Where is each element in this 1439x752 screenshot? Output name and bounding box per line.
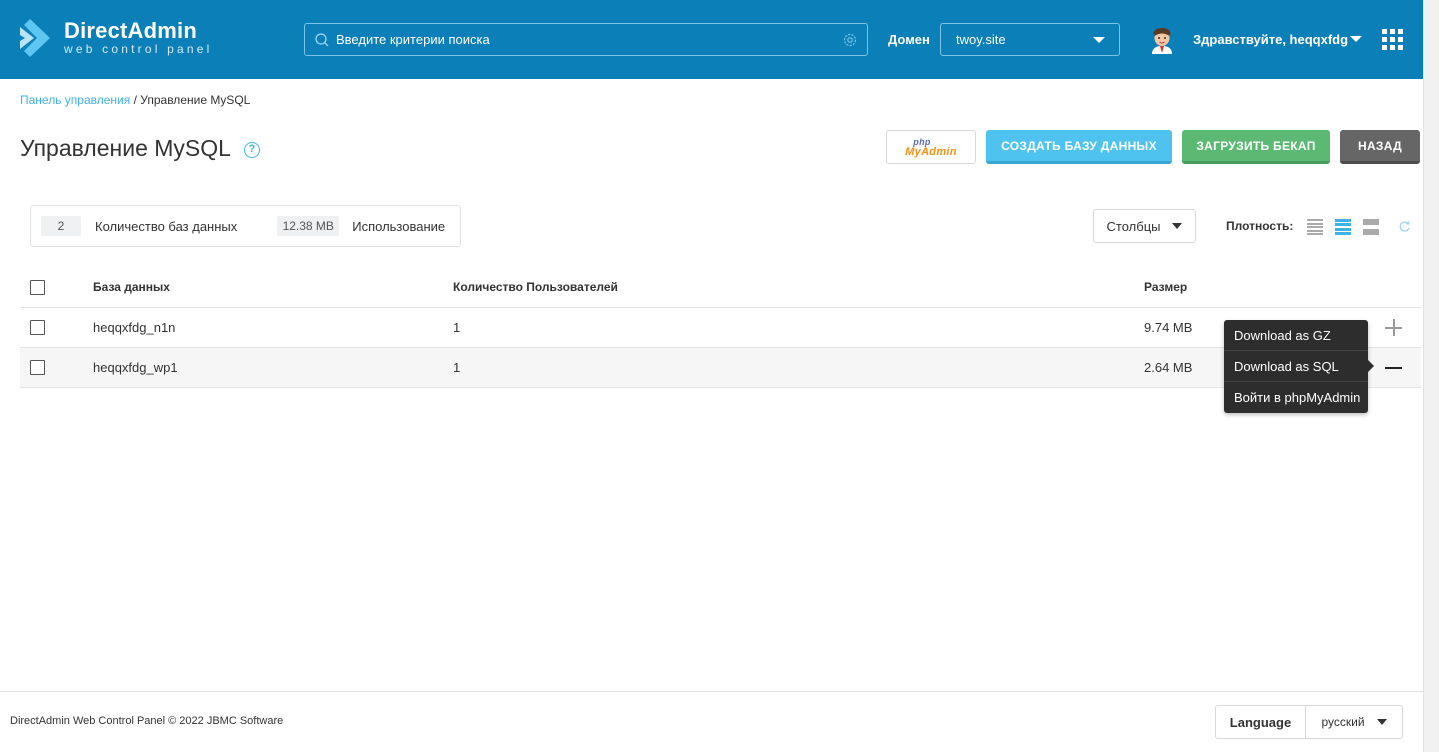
density-compact-icon[interactable] xyxy=(1307,219,1323,235)
collapse-minus-icon[interactable] xyxy=(1385,367,1402,369)
upload-backup-button[interactable]: ЗАГРУЗИТЬ БЕКАП xyxy=(1182,130,1330,164)
directadmin-logo-icon xyxy=(20,19,50,57)
density-normal-icon[interactable] xyxy=(1335,219,1351,235)
chevron-down-icon xyxy=(1376,719,1387,725)
density-label: Плотность: xyxy=(1226,219,1294,233)
select-all-cell xyxy=(30,267,45,307)
row-checkbox[interactable] xyxy=(30,320,45,335)
columns-dropdown[interactable]: Столбцы xyxy=(1093,209,1196,243)
column-header-database[interactable]: База данных xyxy=(93,267,170,307)
menu-pointer-arrow xyxy=(1368,360,1374,372)
footer-copyright: DirectAdmin Web Control Panel © 2022 JBM… xyxy=(10,715,284,727)
create-database-button[interactable]: СОЗДАТЬ БАЗУ ДАННЫХ xyxy=(986,130,1172,164)
search-bar xyxy=(304,23,868,56)
stats-summary: 2 Количество баз данных 12.38 MB Использ… xyxy=(30,205,461,247)
user-greeting[interactable]: Здравствуйте, heqqxfdg xyxy=(1193,32,1348,47)
table-row[interactable]: heqqxfdg_n1n 1 9.74 MB xyxy=(20,308,1421,348)
refresh-icon[interactable] xyxy=(1398,220,1411,233)
usage-label: Использование xyxy=(352,218,446,234)
phpmyadmin-button[interactable]: php MyAdmin xyxy=(886,130,976,164)
chevron-down-icon xyxy=(1093,36,1105,43)
expand-plus-icon[interactable] xyxy=(1385,319,1402,336)
columns-label: Столбцы xyxy=(1106,218,1161,234)
chevron-down-icon xyxy=(1172,223,1183,229)
footer: DirectAdmin Web Control Panel © 2022 JBM… xyxy=(0,691,1423,752)
language-label: Language xyxy=(1216,706,1306,738)
domain-label: Домен xyxy=(888,32,930,47)
row-actions-menu: Download as GZ Download as SQL Войти в p… xyxy=(1224,320,1368,413)
table-header-row: База данных Количество Пользователей Раз… xyxy=(20,267,1421,308)
search-input[interactable] xyxy=(330,24,842,55)
breadcrumb-current: Управление MySQL xyxy=(140,93,251,107)
column-header-size[interactable]: Размер xyxy=(1144,267,1187,307)
phpmyadmin-logo-myadmin: MyAdmin xyxy=(905,146,957,158)
language-value: русский xyxy=(1321,715,1365,729)
usage-value: 12.38 MB xyxy=(277,216,340,236)
page-title: Управление MySQL xyxy=(20,135,231,161)
database-name[interactable]: heqqxfdg_n1n xyxy=(93,308,175,347)
density-comfortable-icon[interactable] xyxy=(1363,219,1379,235)
select-all-checkbox[interactable] xyxy=(30,279,45,295)
database-size: 9.74 MB xyxy=(1144,320,1193,335)
logo[interactable]: DirectAdmin web control panel xyxy=(18,17,212,59)
breadcrumb-link-dashboard[interactable]: Панель управления xyxy=(20,93,130,107)
domain-value: twoy.site xyxy=(956,32,1006,47)
language-select[interactable]: русский xyxy=(1306,706,1402,738)
menu-item-download-sql[interactable]: Download as SQL xyxy=(1224,351,1368,382)
db-count-label: Количество баз данных xyxy=(95,218,238,234)
logo-title: DirectAdmin xyxy=(64,18,197,43)
scrollbar[interactable] xyxy=(1423,0,1439,752)
database-name[interactable]: heqqxfdg_wp1 xyxy=(93,348,178,387)
search-icon xyxy=(315,32,329,46)
domain-select[interactable]: twoy.site xyxy=(940,23,1120,56)
databases-table: База данных Количество Пользователей Раз… xyxy=(20,267,1421,388)
db-count-value: 2 xyxy=(41,216,81,236)
breadcrumb: Панель управления / Управление MySQL xyxy=(20,93,250,107)
logo-subtitle: web control panel xyxy=(64,42,213,56)
table-row[interactable]: heqqxfdg_wp1 1 2.64 MB xyxy=(20,348,1421,388)
back-button[interactable]: НАЗАД xyxy=(1340,130,1420,164)
column-header-users[interactable]: Количество Пользователей xyxy=(453,267,618,307)
database-size: 2.64 MB xyxy=(1144,360,1193,375)
menu-item-download-gz[interactable]: Download as GZ xyxy=(1224,320,1368,351)
user-menu-chevron-icon[interactable] xyxy=(1350,36,1362,42)
row-checkbox[interactable] xyxy=(30,360,45,375)
avatar[interactable] xyxy=(1149,26,1175,54)
apps-grid-icon[interactable] xyxy=(1382,29,1403,50)
gear-icon[interactable] xyxy=(842,32,858,48)
user-count: 1 xyxy=(453,320,461,335)
top-header: DirectAdmin web control panel Домен twoy… xyxy=(0,0,1423,79)
row-select-cell xyxy=(30,308,45,347)
help-icon[interactable]: ? xyxy=(244,142,260,158)
language-selector[interactable]: Language русский xyxy=(1215,705,1403,739)
user-count: 1 xyxy=(453,360,461,375)
breadcrumb-separator: / xyxy=(133,93,137,107)
menu-item-open-phpmyadmin[interactable]: Войти в phpMyAdmin xyxy=(1224,382,1368,413)
row-select-cell xyxy=(30,348,45,387)
